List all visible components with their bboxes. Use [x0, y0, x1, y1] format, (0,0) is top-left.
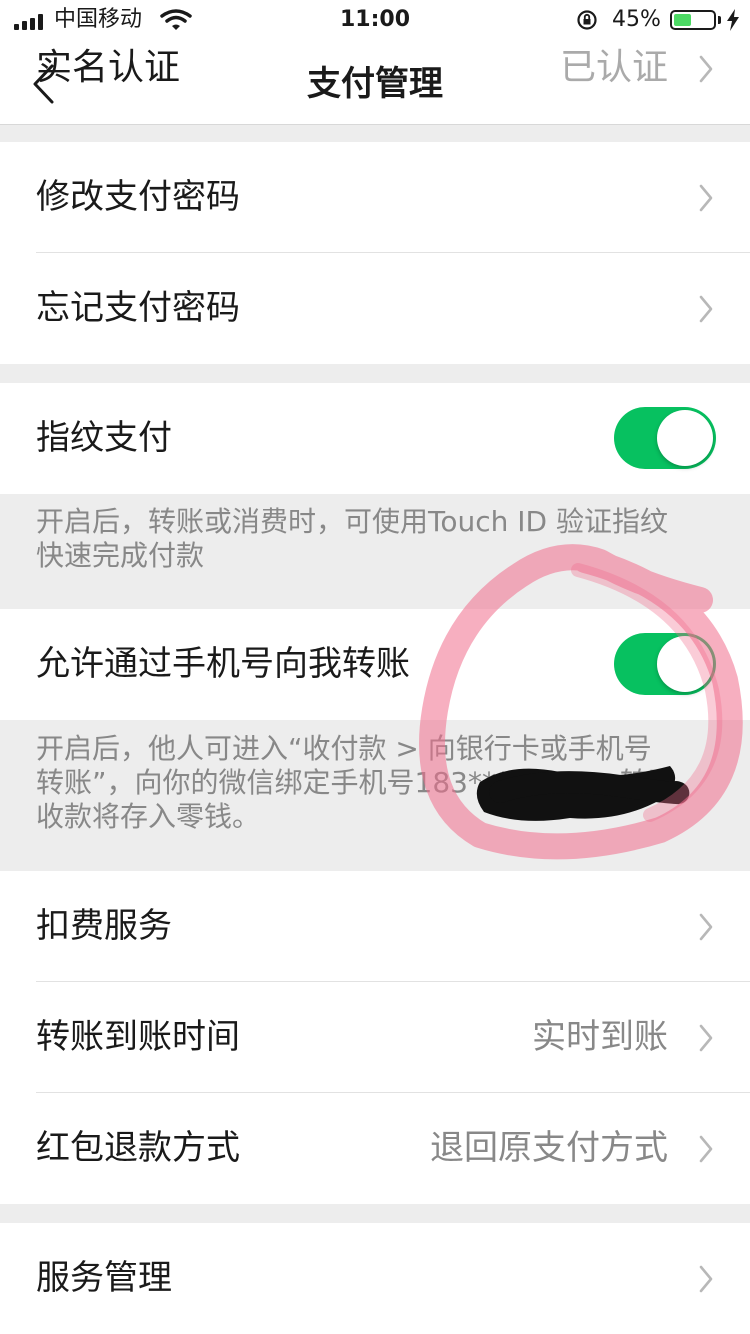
chevron-right-icon	[699, 184, 713, 212]
services-group: 扣费服务 转账到账时间 实时到账 红包退款方式 退回原支付方式	[0, 871, 750, 1204]
chevron-right-icon	[699, 295, 713, 323]
change-payment-password-row[interactable]: 修改支付密码	[0, 142, 750, 253]
chevron-right-icon	[699, 55, 713, 83]
battery-percentage: 45%	[612, 7, 661, 32]
battery-tip	[718, 16, 721, 24]
red-packet-refund-row[interactable]: 红包退款方式 退回原支付方式	[0, 1093, 750, 1204]
row-label: 扣费服务	[36, 906, 172, 946]
forgot-payment-password-row[interactable]: 忘记支付密码	[0, 253, 750, 364]
note-text: 转账”，向你的微信绑定手机号183****	[36, 766, 524, 799]
fingerprint-pay-row: 指纹支付	[0, 383, 750, 494]
service-management-group: 服务管理	[0, 1223, 750, 1334]
orientation-lock-icon	[577, 10, 597, 30]
phone-transfer-row: 允许通过手机号向我转账	[0, 609, 750, 720]
redaction-scribble	[476, 766, 690, 821]
row-label: 指纹支付	[36, 418, 172, 458]
transfer-arrival-time-row[interactable]: 转账到账时间 实时到账	[0, 982, 750, 1093]
chevron-right-icon	[699, 913, 713, 941]
chevron-right-icon	[699, 1135, 713, 1163]
battery-icon	[670, 10, 716, 30]
deduction-service-row[interactable]: 扣费服务	[0, 871, 750, 982]
row-label: 转账到账时间	[36, 1017, 240, 1057]
service-management-row[interactable]: 服务管理	[0, 1223, 750, 1334]
fingerprint-pay-group: 指纹支付	[0, 383, 750, 494]
chevron-right-icon	[699, 1024, 713, 1052]
fingerprint-pay-toggle[interactable]	[614, 407, 716, 469]
chevron-right-icon	[699, 1265, 713, 1293]
phone-transfer-toggle[interactable]	[614, 633, 716, 695]
status-bar: 中国移动 11:00 45%	[0, 0, 750, 40]
row-label: 修改支付密码	[36, 177, 240, 217]
note-line: 快速完成付款	[36, 539, 205, 572]
row-value: 退回原支付方式	[430, 1128, 668, 1168]
note-line: 开启后，转账或消费时，可使用Touch ID 验证指纹	[36, 505, 668, 538]
phone-transfer-group: 允许通过手机号向我转账	[0, 609, 750, 720]
row-label: 红包退款方式	[36, 1128, 240, 1168]
previous-page-item-value: 已认证	[559, 47, 668, 88]
toggle-knob	[657, 636, 713, 692]
navigation-bar: 实名认证 支付管理 已认证	[0, 40, 750, 125]
row-label: 忘记支付密码	[36, 288, 240, 328]
battery-level-fill	[674, 14, 691, 26]
toggle-knob	[657, 410, 713, 466]
row-value: 实时到账	[532, 1017, 668, 1057]
row-label: 服务管理	[36, 1258, 172, 1298]
fingerprint-pay-note: 开启后，转账或消费时，可使用Touch ID 验证指纹 快速完成付款	[36, 505, 726, 573]
charging-bolt-icon	[727, 9, 739, 31]
password-settings-group: 修改支付密码 忘记支付密码	[0, 142, 750, 364]
row-label: 允许通过手机号向我转账	[36, 644, 410, 684]
